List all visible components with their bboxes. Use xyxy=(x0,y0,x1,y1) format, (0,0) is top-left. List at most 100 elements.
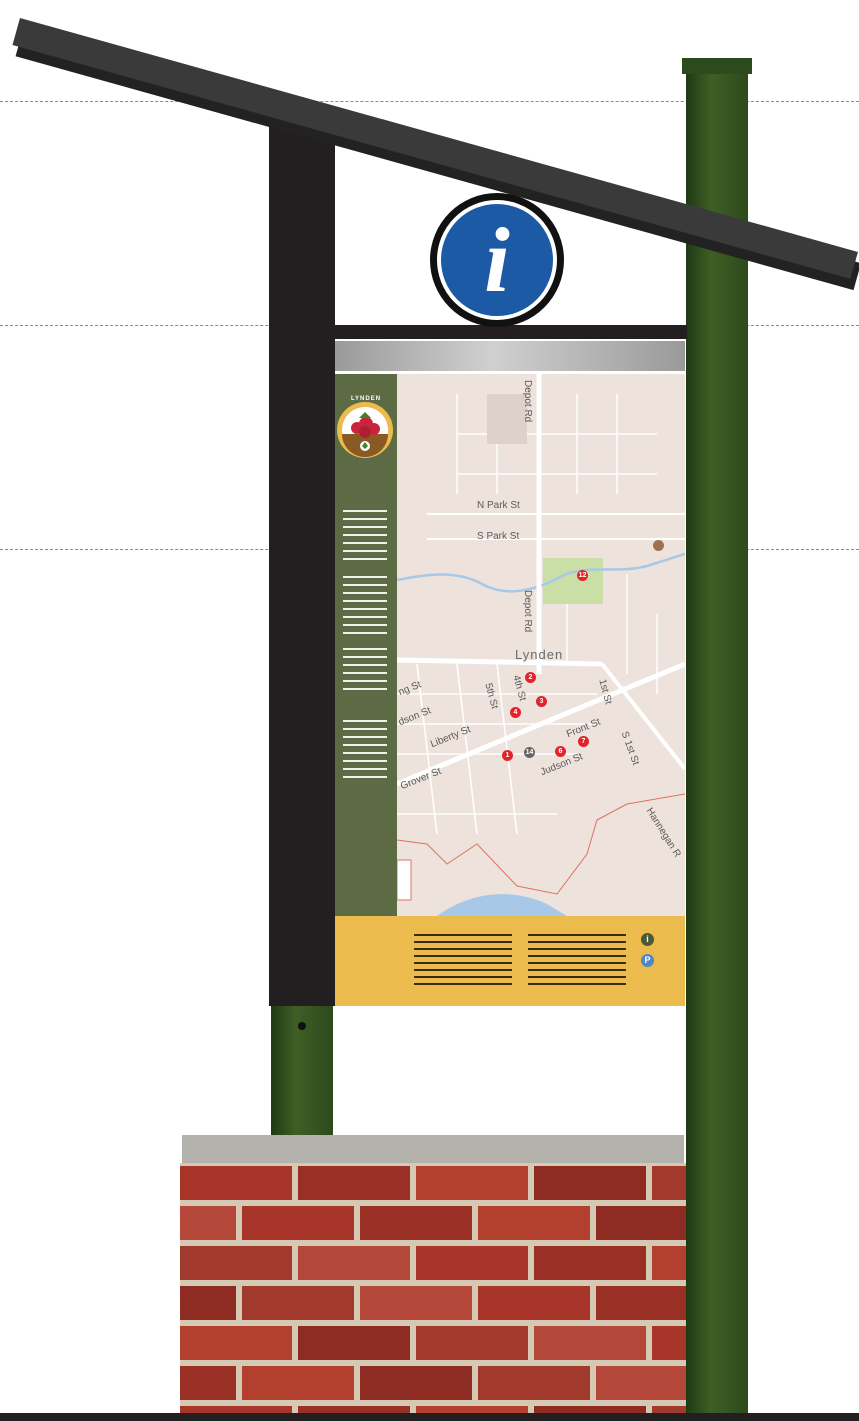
map-marker[interactable]: 1 xyxy=(502,750,513,761)
placeholder-text-line xyxy=(414,934,512,936)
placeholder-text-line xyxy=(343,632,387,634)
street-label: S Park St xyxy=(477,531,520,542)
brick xyxy=(534,1166,646,1200)
placeholder-text-line xyxy=(414,969,512,971)
placeholder-text-line xyxy=(343,768,387,770)
placeholder-text-line xyxy=(528,934,626,936)
brick xyxy=(242,1206,354,1240)
info-circle-icon: i xyxy=(641,933,654,946)
left-post xyxy=(269,118,335,1006)
brick xyxy=(360,1286,472,1320)
placeholder-text-line xyxy=(528,948,626,950)
brick xyxy=(360,1366,472,1400)
placeholder-text-line xyxy=(528,962,626,964)
placeholder-text-line xyxy=(414,962,512,964)
placeholder-text-line xyxy=(343,688,387,690)
placeholder-text-line xyxy=(343,680,387,682)
placeholder-text-line xyxy=(343,744,387,746)
bolt xyxy=(298,1022,306,1030)
map-marker[interactable]: 2 xyxy=(525,672,536,683)
brick xyxy=(478,1206,590,1240)
placeholder-text-line xyxy=(414,941,512,943)
brick xyxy=(180,1206,236,1240)
placeholder-text-line xyxy=(414,983,512,985)
placeholder-text-line xyxy=(343,600,387,602)
brick xyxy=(478,1366,590,1400)
info-glyph: i xyxy=(484,209,510,311)
brick xyxy=(596,1286,686,1320)
placeholder-text-line xyxy=(343,736,387,738)
raspberry-logo-icon xyxy=(337,402,393,458)
brick xyxy=(652,1246,686,1280)
placeholder-text-line xyxy=(343,558,387,560)
header-strip xyxy=(335,341,685,371)
placeholder-text-line xyxy=(343,608,387,610)
brick-wall xyxy=(180,1163,686,1415)
placeholder-text-line xyxy=(343,672,387,674)
legend-panel xyxy=(335,916,685,1006)
placeholder-text-line xyxy=(343,648,387,650)
cap-stone xyxy=(182,1135,684,1163)
brick xyxy=(180,1166,292,1200)
map-marker[interactable]: 14 xyxy=(524,747,535,758)
brick xyxy=(242,1366,354,1400)
placeholder-text-line xyxy=(343,542,387,544)
placeholder-text-line xyxy=(343,584,387,586)
placeholder-text-line xyxy=(528,983,626,985)
placeholder-text-line xyxy=(528,976,626,978)
placeholder-text-line xyxy=(343,576,387,578)
map-marker[interactable]: 3 xyxy=(536,696,547,707)
brick xyxy=(596,1206,686,1240)
street-label: N Park St xyxy=(477,500,520,511)
map-marker[interactable]: 6 xyxy=(555,746,566,757)
placeholder-text-line xyxy=(414,955,512,957)
crossbar xyxy=(335,325,687,339)
right-post xyxy=(686,70,748,1421)
brick xyxy=(596,1366,686,1400)
placeholder-text-line xyxy=(343,518,387,520)
map-marker[interactable]: 12 xyxy=(577,570,588,581)
placeholder-text-line xyxy=(343,550,387,552)
brick xyxy=(298,1326,410,1360)
placeholder-text-line xyxy=(343,776,387,778)
street-map xyxy=(397,374,685,916)
placeholder-text-line xyxy=(414,976,512,978)
brick xyxy=(652,1166,686,1200)
brick xyxy=(180,1326,292,1360)
town-label: Lynden xyxy=(515,647,564,662)
street-label: Depot Rd xyxy=(522,590,533,633)
ground-line xyxy=(0,1413,859,1421)
placeholder-text-line xyxy=(343,752,387,754)
map-marker[interactable]: 7 xyxy=(578,736,589,747)
street-label: Depot Rd xyxy=(522,380,533,423)
placeholder-text-line xyxy=(528,955,626,957)
brick xyxy=(652,1326,686,1360)
brick xyxy=(242,1286,354,1320)
placeholder-text-line xyxy=(343,720,387,722)
brick xyxy=(360,1206,472,1240)
brick xyxy=(180,1286,236,1320)
brick xyxy=(478,1286,590,1320)
bricks xyxy=(180,1166,686,1415)
placeholder-text-line xyxy=(343,728,387,730)
placeholder-text-line xyxy=(343,526,387,528)
placeholder-text-line xyxy=(343,664,387,666)
parking-icon: P xyxy=(641,954,654,967)
brick xyxy=(534,1326,646,1360)
left-post-base xyxy=(271,1000,333,1135)
map-marker[interactable]: 4 xyxy=(510,707,521,718)
brick xyxy=(416,1166,528,1200)
brick xyxy=(180,1366,236,1400)
placeholder-text-line xyxy=(343,624,387,626)
school-icon xyxy=(653,540,664,551)
placeholder-text-line xyxy=(343,592,387,594)
brick xyxy=(416,1246,528,1280)
right-post-cap xyxy=(682,58,752,74)
placeholder-text-line xyxy=(343,510,387,512)
map: Depot Rd N Park St S Park St Depot Rd Ly… xyxy=(397,374,685,916)
logo-text: LYNDEN xyxy=(350,396,382,402)
brick xyxy=(298,1246,410,1280)
brick xyxy=(534,1246,646,1280)
placeholder-text-line xyxy=(528,941,626,943)
placeholder-text-line xyxy=(528,969,626,971)
